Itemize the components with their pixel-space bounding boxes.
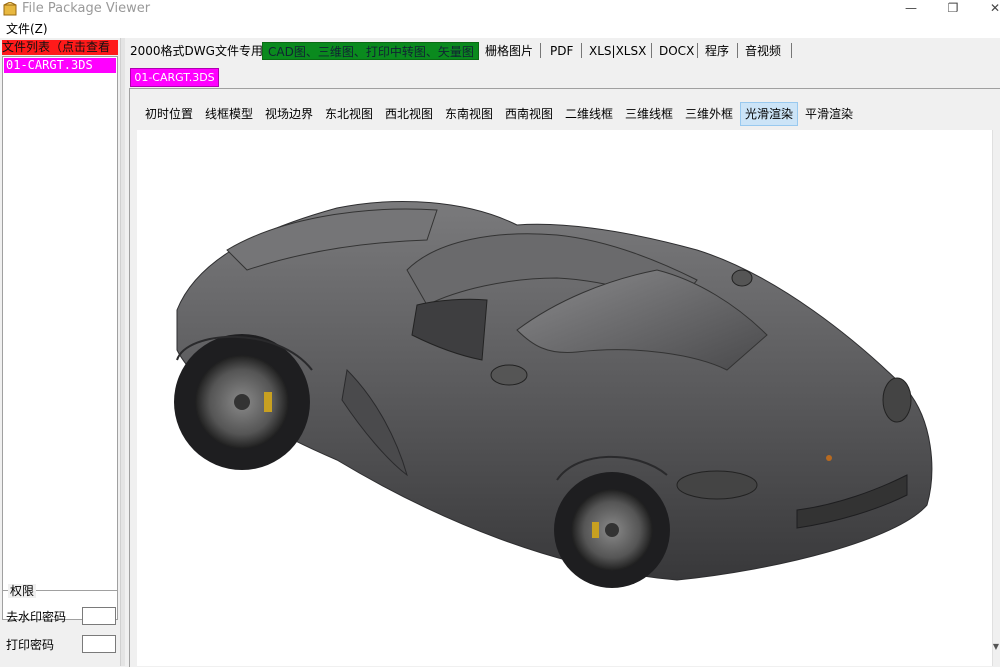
tab-separator <box>737 43 738 58</box>
document-tab[interactable]: 01-CARGT.3DS <box>130 68 219 87</box>
view-2d-wireframe-button[interactable]: 二维线框 <box>561 102 617 126</box>
tab-separator <box>540 43 541 58</box>
view-field-bounds-button[interactable]: 视场边界 <box>261 102 317 126</box>
view-northeast-button[interactable]: 东北视图 <box>321 102 377 126</box>
tab-cad[interactable]: CAD图、三维图、打印中转图、矢量图 <box>262 42 479 60</box>
tab-pdf[interactable]: PDF <box>550 42 573 60</box>
close-button[interactable]: ✕ <box>980 0 1000 18</box>
restore-button[interactable]: ❐ <box>938 0 968 18</box>
view-northwest-button[interactable]: 西北视图 <box>381 102 437 126</box>
title-bar: File Package Viewer — ❐ ✕ <box>0 0 1000 20</box>
permissions-legend: 权限 <box>8 584 37 598</box>
view-3d-bounding-button[interactable]: 三维外框 <box>681 102 737 126</box>
view-3d-wireframe-button[interactable]: 三维线框 <box>621 102 677 126</box>
view-smooth-render-button[interactable]: 光滑渲染 <box>740 102 799 126</box>
tab-xls[interactable]: XLS|XLSX <box>589 42 646 60</box>
category-tabs: 2000格式DWG文件专用 CAD图、三维图、打印中转图、矢量图 栅格图片 PD… <box>124 40 1000 62</box>
view-wireframe-model-button[interactable]: 线框模型 <box>201 102 257 126</box>
permissions-group: 权限 去水印密码 打印密码 <box>2 584 117 667</box>
tab-separator <box>697 43 698 58</box>
view-toolbar: 初时位置 线框模型 视场边界 东北视图 西北视图 东南视图 西南视图 二维线框 … <box>137 102 1000 126</box>
package-icon <box>3 2 17 16</box>
file-list-header: 文件列表（点击查看 <box>2 40 118 55</box>
file-list[interactable]: 01-CARGT.3DS <box>2 56 118 620</box>
tab-media[interactable]: 音视频 <box>745 42 781 60</box>
panel-splitter[interactable] <box>120 38 125 666</box>
left-panel: 文件列表（点击查看 01-CARGT.3DS 权限 去水印密码 打印密码 <box>0 38 120 666</box>
tab-dwg2000[interactable]: 2000格式DWG文件专用 <box>130 42 263 60</box>
window-title: File Package Viewer <box>22 1 151 16</box>
menu-bar: 文件(Z) <box>0 20 1000 38</box>
minimize-button[interactable]: — <box>896 0 926 18</box>
sports-car-render <box>174 200 933 588</box>
menu-file[interactable]: 文件(Z) <box>6 22 48 36</box>
print-password-field[interactable] <box>82 635 116 653</box>
tab-separator <box>791 43 792 58</box>
remove-watermark-password-field[interactable] <box>82 607 116 625</box>
view-southwest-button[interactable]: 西南视图 <box>501 102 557 126</box>
view-initial-position-button[interactable]: 初时位置 <box>141 102 197 126</box>
print-password-label: 打印密码 <box>6 638 55 652</box>
model-canvas[interactable] <box>137 130 992 666</box>
tab-raster[interactable]: 栅格图片 <box>485 42 533 60</box>
remove-watermark-label: 去水印密码 <box>6 610 67 624</box>
file-list-item[interactable]: 01-CARGT.3DS <box>4 58 116 73</box>
tab-separator <box>581 43 582 58</box>
vertical-scrollbar[interactable] <box>992 130 1000 666</box>
scroll-down-arrow[interactable]: ▼ <box>992 640 1000 654</box>
view-flat-render-button[interactable]: 平滑渲染 <box>801 102 857 126</box>
tab-docx[interactable]: DOCX <box>659 42 694 60</box>
tab-separator <box>651 43 652 58</box>
tab-program[interactable]: 程序 <box>705 42 729 60</box>
view-southeast-button[interactable]: 东南视图 <box>441 102 497 126</box>
